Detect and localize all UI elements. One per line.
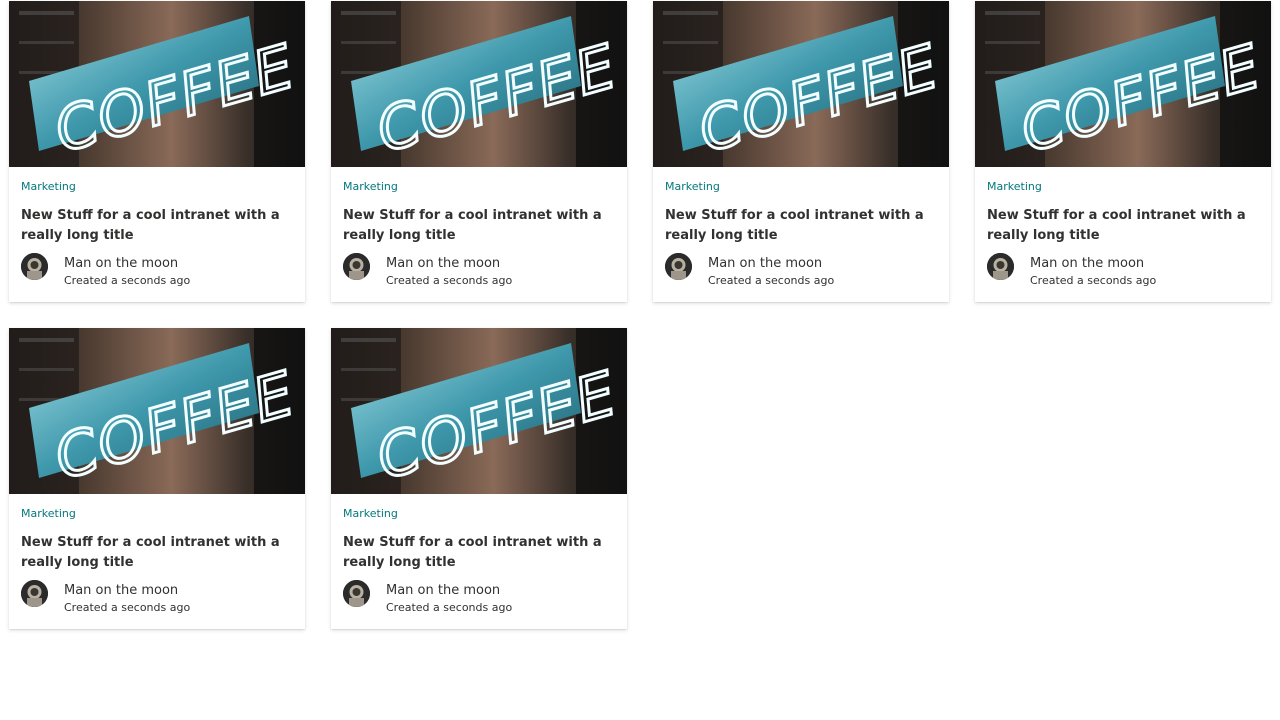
card-thumbnail: COFFEE [9, 328, 305, 494]
author-name: Man on the moon [1030, 256, 1145, 271]
news-card-grid: COFFEE Marketing New Stuff for a cool in… [0, 0, 1280, 720]
card-thumbnail: COFFEE [975, 1, 1271, 167]
news-card[interactable]: COFFEE Marketing New Stuff for a cool in… [331, 1, 627, 302]
card-title[interactable]: New Stuff for a cool intranet with a rea… [987, 206, 1261, 246]
news-card[interactable]: COFFEE Marketing New Stuff for a cool in… [975, 1, 1271, 302]
card-title[interactable]: New Stuff for a cool intranet with a rea… [343, 206, 617, 246]
created-time: Created a seconds ago [1030, 274, 1157, 287]
avatar [343, 580, 370, 607]
news-card[interactable]: COFFEE Marketing New Stuff for a cool in… [653, 1, 949, 302]
created-time: Created a seconds ago [64, 274, 191, 287]
card-thumbnail: COFFEE [653, 1, 949, 167]
news-card[interactable]: COFFEE Marketing New Stuff for a cool in… [331, 328, 627, 629]
category-label[interactable]: Marketing [21, 180, 76, 194]
created-time: Created a seconds ago [386, 274, 513, 287]
author-name: Man on the moon [64, 583, 179, 598]
avatar [665, 253, 692, 280]
category-label[interactable]: Marketing [343, 180, 398, 194]
avatar [343, 253, 370, 280]
news-card[interactable]: COFFEE Marketing New Stuff for a cool in… [9, 328, 305, 629]
news-card[interactable]: COFFEE Marketing New Stuff for a cool in… [9, 1, 305, 302]
created-time: Created a seconds ago [708, 274, 835, 287]
avatar [987, 253, 1014, 280]
card-thumbnail: COFFEE [331, 1, 627, 167]
author-name: Man on the moon [386, 256, 501, 271]
author-name: Man on the moon [708, 256, 823, 271]
created-time: Created a seconds ago [64, 601, 191, 614]
card-thumbnail: COFFEE [9, 1, 305, 167]
avatar [21, 253, 48, 280]
card-title[interactable]: New Stuff for a cool intranet with a rea… [343, 533, 617, 573]
author-name: Man on the moon [64, 256, 179, 271]
category-label[interactable]: Marketing [343, 507, 398, 521]
category-label[interactable]: Marketing [665, 180, 720, 194]
card-title[interactable]: New Stuff for a cool intranet with a rea… [21, 533, 295, 573]
category-label[interactable]: Marketing [21, 507, 76, 521]
author-name: Man on the moon [386, 583, 501, 598]
card-title[interactable]: New Stuff for a cool intranet with a rea… [665, 206, 939, 246]
avatar [21, 580, 48, 607]
created-time: Created a seconds ago [386, 601, 513, 614]
category-label[interactable]: Marketing [987, 180, 1042, 194]
card-thumbnail: COFFEE [331, 328, 627, 494]
card-title[interactable]: New Stuff for a cool intranet with a rea… [21, 206, 295, 246]
